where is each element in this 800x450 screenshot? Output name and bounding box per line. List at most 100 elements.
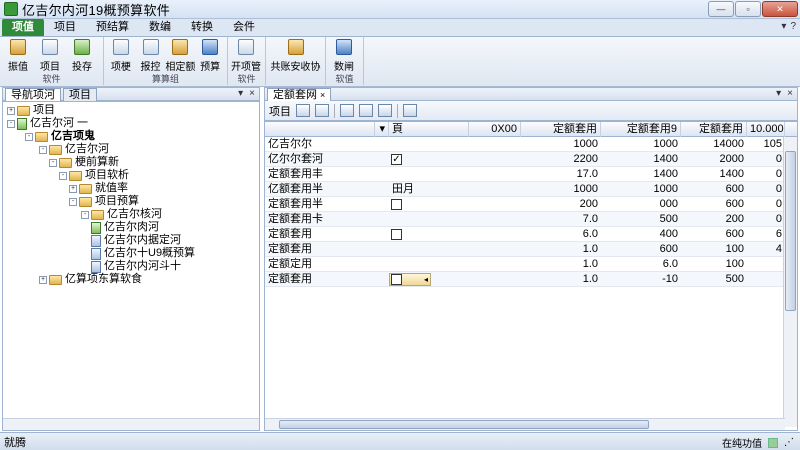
ribbon-group-share: 共账安收协 <box>266 37 326 85</box>
document-icon <box>91 234 101 247</box>
cell-v2: 1000 <box>653 138 678 150</box>
tree-item[interactable]: + 项目 <box>7 104 55 117</box>
col-header-v4[interactable]: 10.000 <box>747 122 785 137</box>
cell-v3: 600 <box>725 198 744 210</box>
row-dropdown[interactable]: ◂ <box>389 273 431 286</box>
menu-tab-1[interactable]: 项目 <box>44 19 86 36</box>
tree-item[interactable]: 亿吉尔内据定河 <box>91 234 181 247</box>
tree-item[interactable]: - 亿吉尔核河 <box>81 208 162 221</box>
close-icon[interactable]: × <box>249 88 255 99</box>
table-row[interactable]: 定额套用 6.0 400 600 6 <box>265 227 797 242</box>
tree-item[interactable]: + 亿算项东算软食 <box>39 273 142 286</box>
expand-icon[interactable]: - <box>69 197 77 206</box>
expand-icon[interactable]: + <box>69 184 77 193</box>
tree-item[interactable]: - 亿吉尔河 一 <box>7 117 88 130</box>
tree-item[interactable]: - 项目预算 <box>69 195 139 208</box>
horizontal-scrollbar[interactable] <box>265 418 785 430</box>
tree-item[interactable]: + 就值率 <box>69 182 128 195</box>
row-checkbox[interactable] <box>391 229 402 240</box>
close-button[interactable]: ✕ <box>762 1 798 17</box>
col-header-code[interactable]: 0X00 <box>469 122 521 137</box>
table-row[interactable]: 定额套用 1.0 600 100 4 <box>265 242 797 257</box>
new-icon <box>10 39 26 55</box>
table-row[interactable]: 亿额套用半 田月 1000 1000 600 0 <box>265 182 797 197</box>
col-header-type[interactable]: 頁 <box>389 122 469 137</box>
tab-project[interactable]: 项目 <box>63 87 97 101</box>
menu-tab-0[interactable]: 项值 <box>2 19 44 36</box>
table-row[interactable]: 亿尔尔套河 ✓ 2200 1400 2000 0 <box>265 152 797 167</box>
cell-v4 <box>747 257 785 272</box>
search-icon[interactable] <box>403 104 417 117</box>
row-checkbox[interactable] <box>391 199 402 210</box>
col-header-v2[interactable]: 定额套用9 <box>601 122 681 137</box>
expand-icon[interactable]: - <box>59 171 67 180</box>
folder-icon <box>91 209 104 220</box>
tab-quota[interactable]: 定额套网 × <box>267 87 332 101</box>
copy-icon[interactable] <box>340 104 354 117</box>
left-panel-header: 导航项河 项目 ▾ × <box>2 87 260 101</box>
ribbon-group-label: 软件 <box>42 74 61 84</box>
resize-grip-icon[interactable]: ⋰ <box>784 437 794 448</box>
edit-icon[interactable] <box>315 104 329 117</box>
expand-icon[interactable]: - <box>49 158 57 167</box>
tree-item[interactable]: - 项目软析 <box>59 169 129 182</box>
tab-close-icon[interactable]: × <box>320 89 325 101</box>
minimize-button[interactable]: — <box>708 1 734 17</box>
tree-item[interactable]: 亿吉尔十U9概预算 <box>91 247 195 260</box>
scroll-thumb[interactable] <box>785 151 796 311</box>
folder-icon <box>59 157 72 168</box>
vertical-scrollbar[interactable] <box>783 137 797 427</box>
maximize-button[interactable]: ▫ <box>735 1 761 17</box>
tree-item[interactable]: - 亿吉项鬼 <box>25 130 95 143</box>
cell-v4: 0 <box>775 153 782 165</box>
add-row-icon[interactable] <box>296 104 310 117</box>
tree-item[interactable]: 亿吉尔肉河 <box>91 221 159 234</box>
ribbon-group-label: 算算组 <box>151 74 179 84</box>
table-row[interactable]: 定额套用半 200 000 600 0 <box>265 197 797 212</box>
row-checkbox[interactable]: ✓ <box>391 154 402 165</box>
table-row[interactable]: 定额套用 ◂ 1.0 -10 500 <box>265 272 797 287</box>
menu-tab-4[interactable]: 转换 <box>181 19 223 36</box>
table-row[interactable]: 亿吉尔尔 1000 1000 14000 105 <box>265 137 797 152</box>
scroll-thumb[interactable] <box>279 420 649 429</box>
cell-v1: 6.0 <box>582 228 598 240</box>
ribbon-button-share[interactable]: 共账安收协 <box>268 38 323 85</box>
expand-icon[interactable]: - <box>25 132 33 141</box>
expand-icon[interactable]: - <box>39 145 47 154</box>
menu-tab-5[interactable]: 会件 <box>223 19 265 36</box>
expand-icon[interactable]: + <box>7 106 15 115</box>
menu-tab-2[interactable]: 预结算 <box>86 19 139 36</box>
pin-icon[interactable]: ▾ <box>776 88 781 99</box>
close-icon[interactable]: × <box>787 88 793 99</box>
cell-v2: 000 <box>659 198 678 210</box>
table-row[interactable]: 定额套用丰 17.0 1400 1400 0 <box>265 167 797 182</box>
cell-v3: 500 <box>725 273 744 285</box>
cell-v2: 400 <box>659 228 678 240</box>
cell-v1: 1.0 <box>582 243 598 255</box>
pin-icon[interactable]: ▾ <box>238 88 243 99</box>
row-checkbox[interactable] <box>391 274 402 285</box>
expand-icon[interactable]: - <box>7 119 15 128</box>
help-icon[interactable]: ? <box>790 21 796 32</box>
cell-name: 定额套用丰 <box>268 168 323 180</box>
tab-navigation[interactable]: 导航项河 <box>5 87 61 101</box>
cell-name: 亿额套用半 <box>268 183 323 195</box>
left-horizontal-scrollbar[interactable] <box>3 418 259 430</box>
expand-icon[interactable]: - <box>81 210 89 219</box>
cell-v3: 2000 <box>719 153 744 165</box>
col-header-v3[interactable]: 定额套用 <box>681 122 747 137</box>
col-header-name[interactable] <box>265 122 375 137</box>
tree-item[interactable]: 亿吉尔内河斗十 <box>91 260 181 273</box>
list-icon[interactable] <box>378 104 392 117</box>
ribbon-collapse-icon[interactable]: ▾ <box>781 21 786 32</box>
table-row[interactable]: 定额套用卡 7.0 500 200 0 <box>265 212 797 227</box>
tree-item[interactable]: - 亿吉尔河 <box>39 143 109 156</box>
col-header-arrow[interactable]: ▾ <box>375 122 389 137</box>
menu-tab-3[interactable]: 数编 <box>139 19 181 36</box>
col-header-v1[interactable]: 定额套用 <box>521 122 601 137</box>
paste-icon[interactable] <box>359 104 373 117</box>
menu-bar: 项值 项目 预结算 数编 转换 会件 ▾ ? <box>0 19 800 37</box>
expand-icon[interactable]: + <box>39 275 47 284</box>
tree-item[interactable]: - 梗前算新 <box>49 156 119 169</box>
table-row[interactable]: 定额定用 1.0 6.0 100 <box>265 257 797 272</box>
